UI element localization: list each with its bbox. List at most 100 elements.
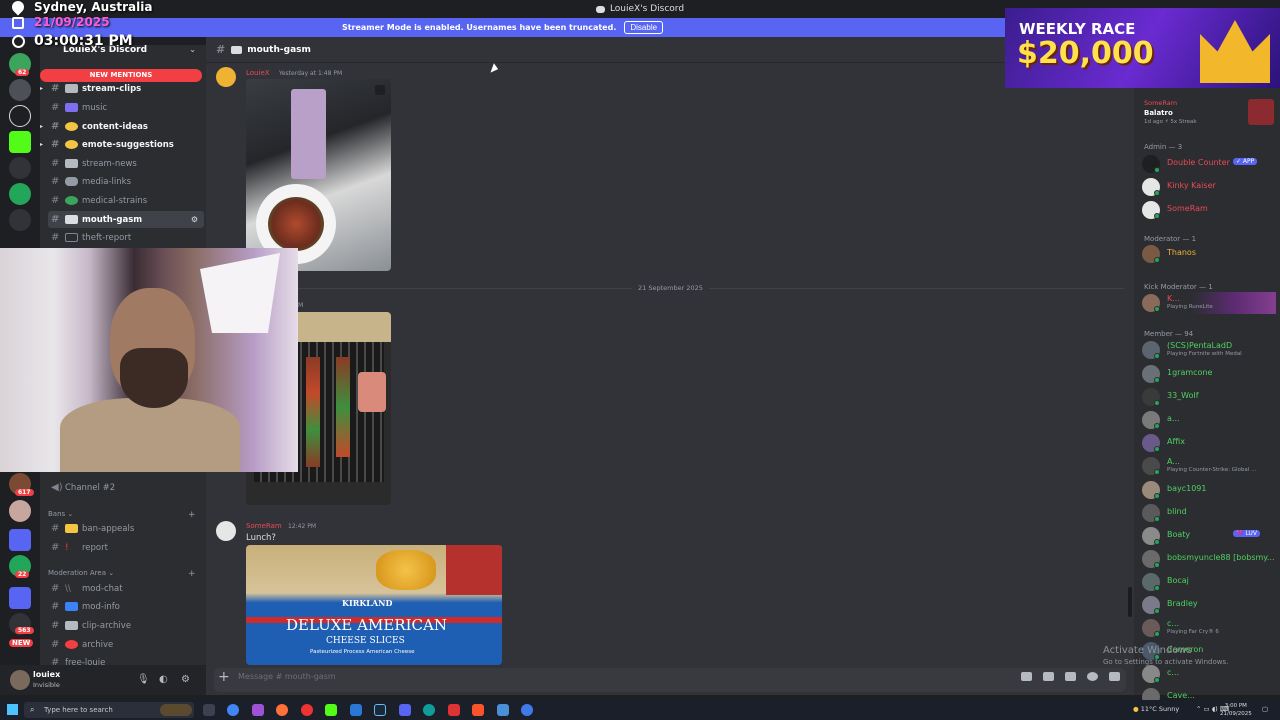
channel-media-links[interactable]: # media-links [48, 173, 204, 190]
avatar[interactable] [216, 521, 236, 541]
streamer-mode-banner: Streamer Mode is enabled. Usernames have… [0, 18, 1005, 37]
channel-emote-suggestions[interactable]: ▸ # emote-suggestions [40, 136, 204, 153]
member-item[interactable]: Thanos [1142, 245, 1278, 265]
app-icon[interactable] [521, 704, 533, 716]
channel-content-ideas[interactable]: ▸ # content-ideas [40, 118, 204, 135]
add-channel-icon[interactable]: + [188, 569, 196, 579]
message-timestamp: Yesterday at 1:48 PM [279, 70, 343, 77]
channel-mouth-gasm[interactable]: # mouth-gasm ⚙ [48, 211, 204, 228]
chrome-icon[interactable] [227, 704, 239, 716]
channel-header: # mouth-gasm [206, 37, 1134, 63]
member-item[interactable]: A... Playing Counter-Strike: Global ... [1142, 457, 1278, 477]
steam-icon[interactable] [374, 704, 386, 716]
chat-scrollbar[interactable] [1128, 587, 1132, 617]
calculator-icon[interactable] [497, 704, 509, 716]
channel-stream-clips[interactable]: ▸ # stream-clips [40, 80, 204, 97]
new-mentions-pill[interactable]: NEW MENTIONS [40, 69, 202, 82]
weather-tray[interactable]: ● 11°C Sunny [1133, 705, 1179, 713]
avatar[interactable] [216, 67, 236, 87]
folder-icon[interactable] [9, 529, 31, 551]
message-input[interactable] [214, 668, 1126, 692]
exclamation-icon: ! [65, 543, 69, 553]
member-item[interactable]: Bradley [1142, 596, 1278, 616]
voice-channel-2[interactable]: ◀) Channel #2 [48, 479, 204, 496]
add-channel-icon[interactable]: + [188, 510, 196, 520]
member-item[interactable]: c... Playing Far Cry® 6 [1142, 619, 1278, 639]
member-item[interactable]: Affix [1142, 434, 1278, 454]
folder-icon[interactable] [9, 587, 31, 609]
app-icon[interactable] [252, 704, 264, 716]
microphone-icon[interactable]: 🎙 [137, 674, 150, 685]
channel-clip-archive[interactable]: # clip-archive [48, 617, 204, 634]
settings-gear-icon[interactable]: ⚙ [181, 674, 190, 685]
category-moderation-area[interactable]: Moderation Area ⌄ + [48, 569, 196, 579]
windows-start-icon[interactable] [7, 704, 18, 715]
taskbar-clock[interactable]: 3:00 PM 21/09/2025 [1220, 702, 1252, 718]
discord-icon[interactable] [399, 704, 411, 716]
member-item[interactable]: c... [1142, 665, 1278, 685]
edge-icon[interactable] [423, 704, 435, 716]
task-view-icon[interactable] [203, 704, 215, 716]
user-name[interactable]: louiex [33, 670, 60, 679]
member-item[interactable]: (SCS)PentaLadD Playing Fortnite with Meda… [1142, 341, 1278, 361]
channel-mod-chat[interactable]: # \\ mod-chat [48, 580, 204, 597]
channel-report[interactable]: # ! report [48, 539, 204, 556]
channel-medical-strains[interactable]: # medical-strains [48, 192, 204, 209]
emoji-icon[interactable] [1087, 672, 1098, 681]
member-item[interactable]: bayc1091 [1142, 481, 1278, 501]
app-icon[interactable] [350, 704, 362, 716]
server-icon[interactable] [9, 500, 31, 522]
server-icon[interactable] [9, 209, 31, 231]
controller-icon[interactable] [1109, 672, 1120, 681]
firefox-icon[interactable] [276, 704, 288, 716]
member-item[interactable]: Boaty 💜 LUV [1142, 527, 1278, 547]
gift-icon[interactable] [1021, 672, 1032, 681]
server-icon[interactable] [9, 157, 31, 179]
channel-settings-gear-icon[interactable]: ⚙ [191, 215, 198, 224]
kick-server-icon[interactable] [9, 131, 31, 153]
member-item[interactable]: 33_Wolf [1142, 388, 1278, 408]
app-icon[interactable] [325, 704, 337, 716]
gif-icon[interactable] [1043, 672, 1054, 681]
member-name: Boaty [1167, 530, 1191, 539]
member-item[interactable]: Kinky Kaiser [1142, 178, 1278, 198]
notifications-icon[interactable]: ▢ [1262, 705, 1268, 713]
food-image-attachment[interactable] [246, 79, 391, 271]
channel-archive[interactable]: # archive [48, 636, 204, 653]
brave-icon[interactable] [472, 704, 484, 716]
channel-free-louie[interactable]: # free-louie [48, 654, 204, 665]
obs-icon[interactable] [301, 704, 313, 716]
message-author[interactable]: SomeRam [246, 522, 282, 530]
member-item[interactable]: Bocaj [1142, 573, 1278, 593]
news-widget-icon[interactable] [160, 704, 192, 716]
online-status-icon [1154, 423, 1160, 429]
member-item[interactable]: 1gramcone [1142, 365, 1278, 385]
chevron-down-icon[interactable]: ⌄ [189, 45, 196, 54]
channel-mod-info[interactable]: # mod-info [48, 598, 204, 615]
member-item[interactable]: blind [1142, 504, 1278, 524]
member-item[interactable]: K... Playing RuneLite [1142, 294, 1278, 314]
user-avatar[interactable] [10, 670, 30, 690]
member-item[interactable]: Double Counter ✓ APP [1142, 155, 1278, 175]
member-item[interactable]: a... [1142, 411, 1278, 431]
app-icon[interactable] [448, 704, 460, 716]
cheese-image-attachment[interactable]: KIRKLAND DELUXE AMERICAN CHEESE SLICES P… [246, 545, 502, 665]
sticker-icon[interactable] [1065, 672, 1076, 681]
member-item[interactable]: SomeRam [1142, 201, 1278, 221]
add-attachment-icon[interactable]: + [218, 669, 230, 685]
server-icon[interactable] [9, 183, 31, 205]
channel-ban-appeals[interactable]: # ban-appeals [48, 520, 204, 537]
server-icon[interactable] [9, 79, 31, 101]
member-item[interactable]: bobsmyuncle88 [bobsmy... [1142, 550, 1278, 570]
channel-stream-news[interactable]: # stream-news [48, 155, 204, 172]
category-bans[interactable]: Bans ⌄ + [48, 510, 196, 520]
channel-music[interactable]: # music [48, 99, 204, 116]
channel-theft-report[interactable]: # theft-report [48, 229, 204, 246]
headphones-icon[interactable]: ◐ [159, 674, 168, 685]
activity-card[interactable]: SomeRam Balatro 1d ago ⚡ 5x Streak [1140, 95, 1276, 127]
gallery-icon[interactable] [375, 85, 385, 95]
server-icon[interactable] [9, 105, 31, 127]
bowl-emoji-icon [231, 45, 243, 54]
message-author[interactable]: LouieX [246, 69, 270, 77]
disable-streamer-mode-button[interactable]: Disable [624, 21, 664, 34]
